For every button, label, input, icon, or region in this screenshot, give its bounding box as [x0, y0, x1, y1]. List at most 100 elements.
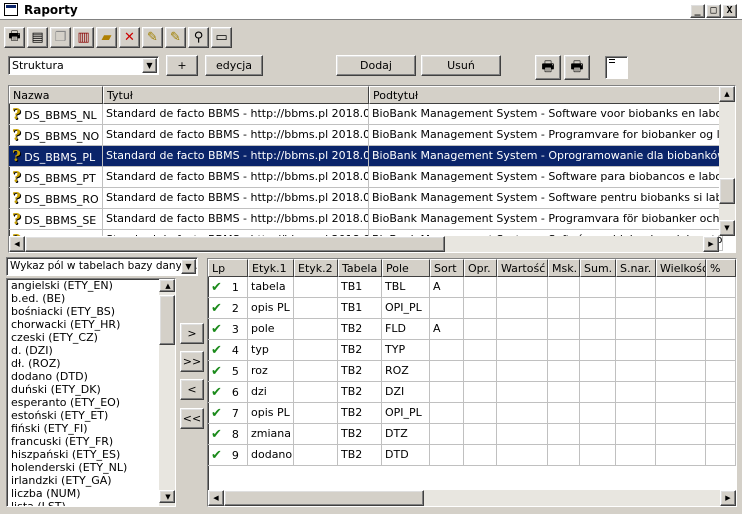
- chevron-left-icon[interactable]: ◀: [9, 236, 25, 252]
- list-item[interactable]: bośniacki (ETY_BS): [9, 305, 158, 318]
- remove-field-button[interactable]: <: [180, 379, 204, 400]
- page-preview[interactable]: [605, 56, 628, 79]
- chevron-up-icon[interactable]: ▲: [719, 86, 735, 102]
- column-header[interactable]: Pole: [382, 259, 430, 277]
- list-item[interactable]: duński (ETY_DK): [9, 383, 158, 396]
- table-row[interactable]: ✔ 4 typ TB2 TYP: [208, 340, 736, 361]
- plus-button[interactable]: +: [166, 55, 198, 76]
- list-item[interactable]: fiński (ETY_FI): [9, 422, 158, 435]
- list-item[interactable]: angielski (ETY_EN): [9, 279, 158, 292]
- table-row[interactable]: ✔ 2 opis PL TB1 OPI_PL: [208, 298, 736, 319]
- column-header[interactable]: %: [706, 259, 736, 277]
- list-item[interactable]: d. (DZI): [9, 344, 158, 357]
- list-item[interactable]: chorwacki (ETY_HR): [9, 318, 158, 331]
- column-header[interactable]: Lp: [208, 259, 248, 277]
- column-header[interactable]: Opr.: [464, 259, 497, 277]
- folder-delete-button[interactable]: ✕: [119, 27, 140, 48]
- list-item[interactable]: dodano (DTD): [9, 370, 158, 383]
- card-button[interactable]: ▭: [211, 27, 232, 48]
- column-header[interactable]: S.nar.: [616, 259, 656, 277]
- window-icon: [4, 3, 18, 16]
- list-item[interactable]: liczba (NUM): [9, 487, 158, 500]
- column-header[interactable]: Etyk.1: [248, 259, 294, 277]
- table-row[interactable]: ✔ 3 pole TB2 FLD A: [208, 319, 736, 340]
- chevron-down-icon[interactable]: ▼: [719, 220, 735, 236]
- print-button[interactable]: 🖶: [4, 27, 25, 48]
- wand-alt-button[interactable]: ✎: [165, 27, 186, 48]
- edit-button[interactable]: edycja: [205, 55, 263, 76]
- table-cell: [656, 403, 706, 424]
- list-item[interactable]: esperanto (ETY_EO): [9, 396, 158, 409]
- fields-vscroll[interactable]: ▲ ▼: [159, 279, 175, 506]
- column-header[interactable]: Sum.: [580, 259, 616, 277]
- column-header[interactable]: Sort: [430, 259, 464, 277]
- minimize-button[interactable]: _: [690, 4, 705, 18]
- reports-vscroll[interactable]: ▲ ▼: [719, 86, 735, 236]
- table-row[interactable]: ✔ 9 dodano TB2 DTD: [208, 445, 736, 466]
- table-row[interactable]: ✔ 5 roz TB2 ROZ: [208, 361, 736, 382]
- table-row[interactable]: ? DS_BBMS_PL Standard de facto BBMS - htt…: [9, 146, 723, 167]
- wand-button[interactable]: ✎: [142, 27, 163, 48]
- column-header[interactable]: Tytuł: [103, 86, 369, 104]
- column-header[interactable]: Etyk.2: [294, 259, 338, 277]
- pages-button[interactable]: ❐: [50, 27, 71, 48]
- add-button[interactable]: Dodaj: [336, 55, 416, 76]
- list-item[interactable]: holenderski (ETY_NL): [9, 461, 158, 474]
- column-header[interactable]: Nazwa: [9, 86, 103, 104]
- column-header[interactable]: Tabela: [338, 259, 382, 277]
- remove-all-fields-button[interactable]: <<: [180, 408, 204, 429]
- cell-text: 5: [231, 365, 239, 378]
- add-all-fields-button[interactable]: >>: [180, 351, 204, 372]
- print-preview-button[interactable]: 🖶: [535, 55, 561, 80]
- print-setup-button[interactable]: 🖶: [564, 55, 590, 80]
- table-row[interactable]: ? DS_BBMS_RO Standard de facto BBMS - htt…: [9, 188, 723, 209]
- add-field-button[interactable]: >: [180, 323, 204, 344]
- list-item[interactable]: dł. (ROZ): [9, 357, 158, 370]
- cell-text: typ: [251, 343, 269, 356]
- table-row[interactable]: ? DS_BBMS_NO Standard de facto BBMS - htt…: [9, 125, 723, 146]
- scroll-thumb[interactable]: [25, 236, 445, 252]
- delete-button[interactable]: Usuń: [421, 55, 501, 76]
- report-button[interactable]: ▤: [27, 27, 48, 48]
- open-button[interactable]: ▰: [96, 27, 117, 48]
- list-item[interactable]: estoński (ETY_ET): [9, 409, 158, 422]
- list-item[interactable]: hiszpański (ETY_ES): [9, 448, 158, 461]
- table-row[interactable]: ✔ 7 opis PL TB2 OPI_PL: [208, 403, 736, 424]
- close-button[interactable]: X: [722, 4, 737, 18]
- structure-combo[interactable]: Struktura ▼: [8, 56, 159, 75]
- column-header[interactable]: Wielkość: [656, 259, 706, 277]
- chevron-down-icon[interactable]: ▼: [142, 58, 157, 73]
- scroll-thumb[interactable]: [224, 490, 424, 506]
- scroll-thumb[interactable]: [159, 295, 175, 345]
- column-header[interactable]: Wartość: [497, 259, 548, 277]
- fields-combo[interactable]: Wykaz pól w tabelach bazy danych. ▼: [6, 257, 198, 276]
- search-button[interactable]: ⚲: [188, 27, 209, 48]
- cell-text: TYP: [385, 343, 406, 356]
- chevron-right-icon[interactable]: ▶: [703, 236, 719, 252]
- list-item[interactable]: b.ed. (BE): [9, 292, 158, 305]
- list-item[interactable]: czeski (ETY_CZ): [9, 331, 158, 344]
- chevron-up-icon[interactable]: ▲: [159, 279, 175, 292]
- table-row[interactable]: ✔ 8 zmiana TB2 DTZ: [208, 424, 736, 445]
- chart-button[interactable]: ▥: [73, 27, 94, 48]
- chevron-down-icon[interactable]: ▼: [159, 490, 175, 503]
- table-row[interactable]: ? DS_BBMS_PT Standard de facto BBMS - htt…: [9, 167, 723, 188]
- cell-text: BioBank Management System - Software voo…: [372, 107, 722, 120]
- chevron-right-icon[interactable]: ▶: [720, 490, 736, 506]
- chevron-left-icon[interactable]: ◀: [208, 490, 224, 506]
- cell-text: Standard de facto BBMS - http://bbms.pl …: [106, 191, 369, 204]
- list-item[interactable]: irlandzki (ETY_GA): [9, 474, 158, 487]
- detail-hscroll[interactable]: ◀ ▶: [208, 490, 736, 506]
- list-item[interactable]: francuski (ETY_FR): [9, 435, 158, 448]
- table-row[interactable]: ✔ 6 dzi TB2 DZI: [208, 382, 736, 403]
- column-header[interactable]: Podtytuł: [369, 86, 723, 104]
- table-row[interactable]: ? DS_BBMS_NL Standard de facto BBMS - htt…: [9, 104, 723, 125]
- list-item[interactable]: lista (LST): [9, 500, 158, 506]
- reports-hscroll[interactable]: ◀ ▶: [9, 236, 719, 252]
- table-row[interactable]: ✔ 1 tabela TB1 TBL A: [208, 277, 736, 298]
- table-row[interactable]: ? DS_BBMS_SE Standard de facto BBMS - htt…: [9, 209, 723, 230]
- maximize-button[interactable]: □: [706, 4, 721, 18]
- chevron-down-icon[interactable]: ▼: [181, 259, 196, 274]
- column-header[interactable]: Msk.: [548, 259, 580, 277]
- scroll-thumb[interactable]: [719, 178, 735, 204]
